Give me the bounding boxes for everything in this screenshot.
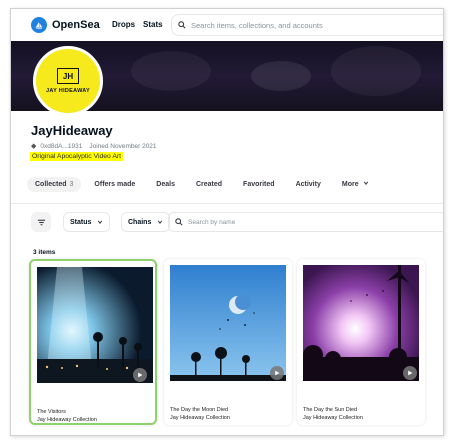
nft-card-the-visitors[interactable]: The Visitors Jay Hideaway Collection bbox=[29, 259, 157, 425]
filter-icon bbox=[37, 219, 45, 225]
avatar[interactable]: JH JAY HIDEAWAY bbox=[33, 46, 103, 116]
play-icon bbox=[275, 370, 280, 376]
chevron-down-icon bbox=[363, 181, 368, 185]
nft-image[interactable] bbox=[303, 265, 419, 381]
nft-card-the-day-the-moon-died[interactable]: The Day the Moon Died Jay Hideaway Colle… bbox=[164, 259, 292, 425]
brand-name[interactable]: OpenSea bbox=[52, 19, 100, 31]
tab-activity[interactable]: Activity bbox=[288, 177, 329, 192]
browser-frame: OpenSea Drops Stats Search items, collec… bbox=[10, 8, 444, 436]
nft-title: The Day the Moon Died bbox=[170, 407, 229, 413]
top-nav: OpenSea Drops Stats Search items, collec… bbox=[11, 9, 443, 41]
tab-offers-made[interactable]: Offers made bbox=[86, 177, 143, 192]
joined-date: Joined November 2021 bbox=[89, 142, 157, 150]
global-search-input[interactable]: Search items, collections, and accounts bbox=[171, 14, 443, 36]
play-button[interactable] bbox=[270, 366, 284, 380]
tabs-divider bbox=[11, 203, 443, 204]
global-search-placeholder: Search items, collections, and accounts bbox=[191, 20, 323, 30]
chevron-down-icon bbox=[98, 220, 103, 224]
nft-title: The Day the Sun Died bbox=[303, 407, 358, 413]
profile-meta: ◆ 0xd8dA...1931 Joined November 2021 bbox=[31, 142, 157, 151]
play-icon bbox=[408, 370, 413, 376]
nft-card-the-day-the-sun-died[interactable]: The Day the Sun Died Jay Hideaway Collec… bbox=[297, 259, 425, 425]
nft-collection: Jay Hideaway Collection bbox=[170, 415, 230, 421]
search-icon bbox=[178, 16, 186, 34]
wallet-address[interactable]: 0xd8dA...1931 bbox=[40, 143, 82, 150]
nav-link-drops[interactable]: Drops bbox=[112, 20, 135, 29]
play-icon bbox=[138, 372, 143, 378]
ethereum-icon: ◆ bbox=[31, 143, 37, 150]
opensea-logo-icon[interactable] bbox=[31, 17, 47, 33]
chevron-down-icon bbox=[158, 220, 163, 224]
profile-tabs: Collected 3 Offers made Deals Created Fav… bbox=[27, 173, 382, 195]
nft-image[interactable] bbox=[170, 265, 286, 381]
items-count: 3 items bbox=[33, 249, 56, 256]
play-button[interactable] bbox=[133, 368, 147, 382]
page-title: JayHideaway bbox=[31, 123, 113, 138]
tab-deals[interactable]: Deals bbox=[148, 177, 183, 192]
search-icon bbox=[175, 218, 183, 226]
nft-collection: Jay Hideaway Collection bbox=[303, 415, 363, 421]
nft-title: The Visitors bbox=[37, 409, 66, 415]
nft-collection: Jay Hideaway Collection bbox=[37, 417, 97, 423]
nav-link-stats[interactable]: Stats bbox=[143, 20, 163, 29]
tab-created[interactable]: Created bbox=[188, 177, 230, 192]
tab-favorited[interactable]: Favorited bbox=[235, 177, 283, 192]
tab-more[interactable]: More bbox=[334, 176, 377, 192]
profile-bio: Original Apocalyptic Video Art bbox=[30, 152, 124, 161]
search-by-name-placeholder: Search by name bbox=[188, 218, 236, 226]
filter-toggle-button[interactable] bbox=[31, 212, 51, 232]
tab-collected[interactable]: Collected 3 bbox=[27, 176, 82, 192]
nft-image[interactable] bbox=[37, 267, 153, 383]
avatar-initials: JH bbox=[57, 68, 79, 84]
collected-count: 3 bbox=[69, 180, 74, 188]
search-by-name-input[interactable]: Search by name bbox=[168, 212, 443, 232]
avatar-name: JAY HIDEAWAY bbox=[45, 88, 91, 94]
status-dropdown[interactable]: Status bbox=[63, 212, 111, 232]
chains-dropdown[interactable]: Chains bbox=[121, 212, 171, 232]
chains-dropdown-label: Chains bbox=[128, 218, 152, 226]
status-dropdown-label: Status bbox=[70, 218, 92, 226]
play-button[interactable] bbox=[403, 366, 417, 380]
